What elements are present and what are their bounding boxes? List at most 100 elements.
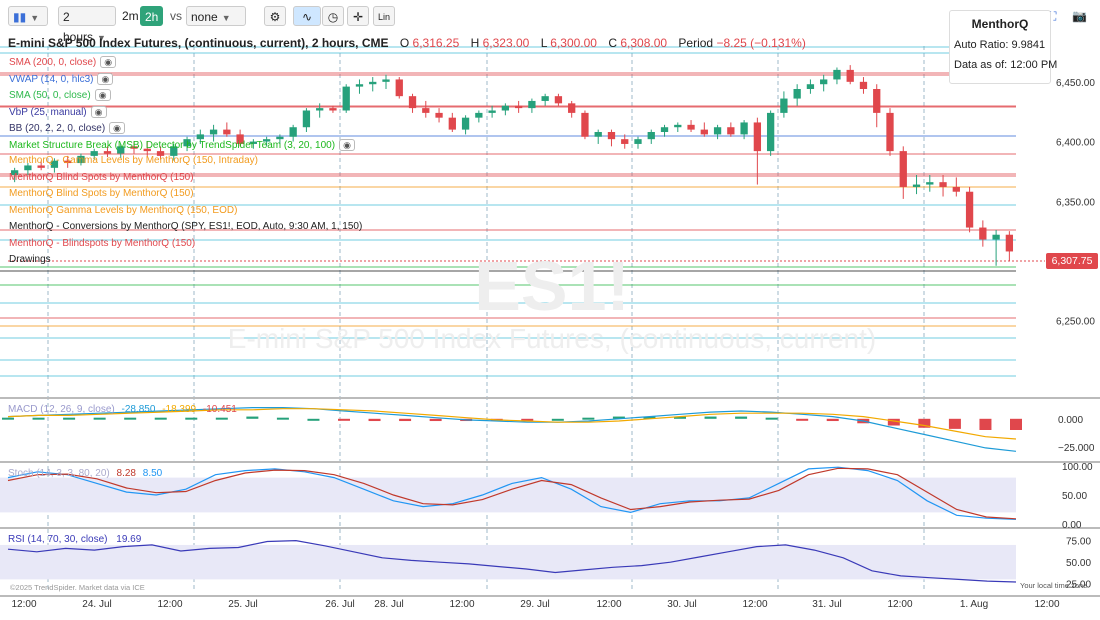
chart-canvas[interactable]: ES1! E-mini S&P 500 Index Futures, (cont… [0,0,1100,620]
candle-body [820,79,828,85]
candle [939,175,947,197]
candle [912,175,921,195]
candle [554,93,563,106]
x-tick-label: 24. Jul [82,599,111,610]
candle [223,122,231,137]
last-price-tag: 6,307.75 [1046,253,1098,269]
candle-body [992,234,1000,240]
candle-body [382,79,390,82]
candle-body [103,151,112,154]
candle [514,100,523,113]
menthorq-infobox: MenthorQ Auto Ratio: 9.9841 Data as of: … [949,10,1058,84]
candle [475,110,483,123]
indicator-item[interactable]: MenthorQ - Blindspots by MenthorQ (150) [9,238,195,249]
indicator-label: SMA (200, 0, close) [9,57,97,68]
y-tick-label: 6,450.00 [1056,78,1095,89]
indicator-label: MenthorQ - Gamma Levels by MenthorQ (150… [9,155,258,166]
timezone-label[interactable]: Your local time zone [1020,581,1087,590]
indicator-item[interactable]: Market Structure Break (MSB) Detector by… [9,138,355,151]
eye-icon[interactable]: ◉ [97,72,114,85]
candle-body [674,124,682,128]
eye-icon[interactable]: ◉ [100,56,117,68]
candle [488,105,496,118]
candle [448,112,456,132]
chart-title: E-mini S&P 500 Index Futures, (continuou… [8,36,389,50]
candle-body [700,129,708,135]
candle-body [766,112,775,152]
indicator-item[interactable]: Drawings [9,254,51,265]
indicator-label: Market Structure Break (MSB) Detector by… [9,139,336,151]
indicator-item[interactable]: VbP (25, manual) ◉ [9,105,107,118]
candle [846,65,854,85]
x-tick-label: 12:00 [742,599,767,610]
series-line [7,408,1017,440]
x-tick-label: 12:00 [1034,599,1059,610]
candle-body [289,127,297,137]
histogram-bar [399,418,412,422]
macd-label: MACD (12, 26, 9, close) -28.850 -18.399 … [8,404,237,415]
data-as-of: Data as of: 12:00 PM [954,59,1058,71]
candle [806,79,815,94]
indicator-label: VWAP (14, 0, hlc3) [9,73,94,85]
histogram-bar [276,417,289,420]
indicator-item[interactable]: SMA (50, 0, close) ◉ [9,89,111,101]
candle-body [753,122,762,152]
histogram-bar [735,416,748,419]
indicator-label: MenthorQ Blind Spots by MenthorQ (150) [9,188,194,199]
candle-body [448,117,456,130]
candle-body [302,110,311,128]
histogram-bar [185,417,198,420]
candle-body [223,129,231,135]
candle [435,108,443,123]
indicator-item[interactable]: MenthorQ Blind Spots by MenthorQ (150) [9,188,194,199]
eye-icon[interactable]: ◉ [90,105,107,118]
indicator-label: MenthorQ - Blindspots by MenthorQ (150) [9,237,196,249]
candle [355,79,364,94]
eye-icon[interactable]: ◉ [339,138,355,151]
indicator-item[interactable]: MenthorQ Gamma Levels by MenthorQ (150, … [9,205,237,216]
indicator-item[interactable]: VWAP (14, 0, hlc3) ◉ [9,72,114,85]
indicator-item[interactable]: MenthorQ - Conversions by MenthorQ (SPY,… [9,221,362,232]
auto-ratio: Auto Ratio: 9.9841 [954,39,1046,51]
candle-body [621,139,629,144]
indicator-item[interactable]: BB (20, 2, 2, 0, close) ◉ [9,122,126,134]
x-tick-label: 30. Jul [667,599,696,610]
candle [342,84,350,113]
indicator-label: VbP (25, manual) [9,106,87,118]
x-tick-label: 12:00 [11,599,36,610]
histogram-bar [948,418,961,429]
candle-body [952,186,960,192]
candle-body [740,122,748,135]
candle [528,98,536,113]
x-tick-label: 12:00 [596,599,621,610]
indicator-label: MenthorQ Gamma Levels by MenthorQ (150, … [9,204,238,216]
candle-body [435,112,443,118]
eye-icon[interactable]: ◉ [109,122,126,134]
histogram-bar [796,418,809,421]
candle-body [541,96,549,101]
candle [979,220,987,247]
indicator-item[interactable]: MenthorQ - Gamma Levels by MenthorQ (150… [9,155,258,166]
indicator-label: BB (20, 2, 2, 0, close) [9,123,106,134]
candle [992,229,1000,266]
rsi-label: RSI (14, 70, 30, close) 19.69 [8,534,142,545]
candle [395,77,403,99]
candle-body [488,110,496,113]
candle [621,134,629,149]
indicator-item[interactable]: SMA (200, 0, close) ◉ [9,56,117,68]
candle-body [369,81,377,85]
candle [886,108,894,156]
rsi-band [0,544,1016,580]
indicator-label: MenthorQ Blind Spots by MenthorQ (150) [9,171,194,183]
candle [369,77,377,92]
candle [952,177,960,197]
histogram-bar [765,417,778,420]
histogram-bar [582,417,595,420]
indicator-item[interactable]: MenthorQ Blind Spots by MenthorQ (150) [9,172,194,183]
candle-body [581,112,589,137]
eye-icon[interactable]: ◉ [94,89,111,101]
stoch-label: Stoch (14, 3, 3, 80, 20) 8.28 8.50 [8,468,163,479]
histogram-bar [307,418,320,421]
watermark-symbol: ES1! [474,247,630,325]
candle [461,115,470,135]
